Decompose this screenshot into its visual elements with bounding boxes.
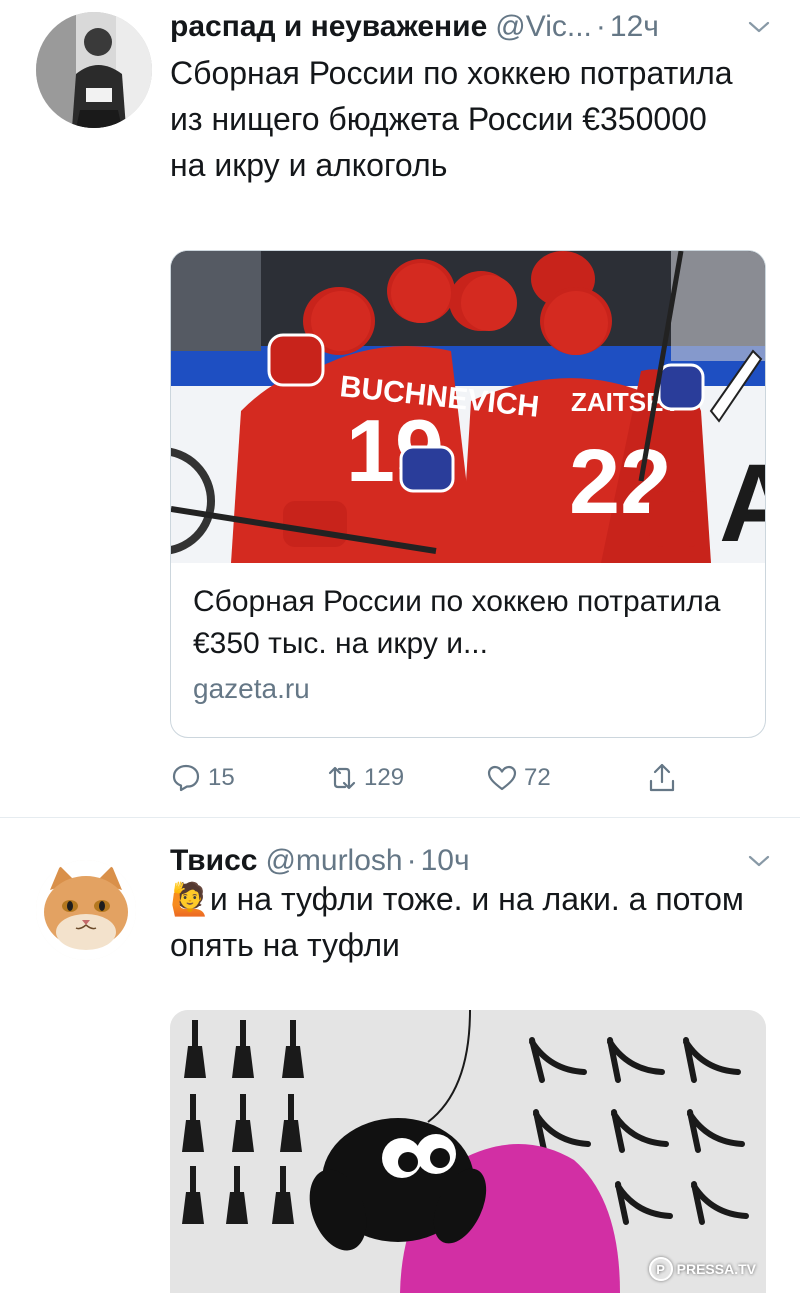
tweet-1[interactable]: распад и неуважение @Vic... · 12ч Сборна… (0, 0, 800, 818)
chevron-down-icon[interactable] (746, 848, 772, 874)
share-button[interactable] (646, 762, 684, 794)
like-count: 72 (524, 764, 551, 791)
tweet-text: 🙋и на туфли тоже. и на лаки. а потом опя… (170, 876, 750, 968)
chevron-down-icon[interactable] (746, 14, 772, 40)
link-card[interactable]: A BUCHNEVICH 19 (170, 250, 766, 738)
retweet-button[interactable]: 129 (326, 762, 404, 794)
avatar-photo (36, 12, 152, 128)
reply-icon (172, 764, 200, 792)
tweet-header: распад и неуважение @Vic... · 12ч (170, 10, 772, 44)
display-name[interactable]: распад и неуважение (170, 10, 487, 44)
retweet-count: 129 (364, 764, 405, 791)
separator-dot: · (406, 844, 417, 877)
tweet-text-body: и на туфли тоже. и на лаки. а потом опят… (170, 881, 744, 963)
svg-text:A: A (719, 442, 766, 563)
like-icon (487, 765, 517, 791)
pressa-watermark: P PRESSA.TV (648, 1257, 756, 1281)
card-domain[interactable]: gazeta.ru (193, 673, 310, 705)
raising-hand-emoji: 🙋 (170, 881, 210, 917)
user-avatar[interactable] (36, 860, 136, 960)
user-handle[interactable]: @Vic... (495, 10, 592, 44)
tweet-actions: 15 129 72 (170, 762, 690, 798)
tweet-media[interactable]: P PRESSA.TV (170, 1010, 766, 1293)
tweet-2[interactable]: Твисс @murlosh · 10ч 🙋и на туфли тоже. и… (0, 820, 800, 1293)
tweet-text: Сборная России по хоккею потратила из ни… (170, 55, 733, 183)
timestamp[interactable]: 12ч (610, 10, 659, 44)
retweet-icon (328, 766, 356, 790)
like-button[interactable]: 72 (486, 762, 551, 794)
reply-button[interactable]: 15 (170, 762, 235, 794)
reply-count: 15 (208, 764, 235, 791)
user-avatar[interactable] (36, 12, 152, 128)
card-title[interactable]: Сборная России по хоккею потратила €350 … (193, 581, 753, 665)
display-name[interactable]: Твисс (170, 844, 257, 878)
cat-avatar (36, 860, 136, 960)
share-icon (649, 763, 675, 792)
timestamp[interactable]: 10ч (421, 844, 470, 878)
card-image: A BUCHNEVICH 19 (171, 251, 766, 565)
sheep-illustration (170, 1010, 766, 1293)
user-handle[interactable]: @murlosh (265, 844, 402, 878)
separator-dot: · (595, 10, 606, 43)
tweet-header: Твисс @murlosh · 10ч (170, 844, 772, 878)
watermark-logo: P (648, 1257, 673, 1281)
watermark-text: PRESSA.TV (676, 1261, 756, 1277)
